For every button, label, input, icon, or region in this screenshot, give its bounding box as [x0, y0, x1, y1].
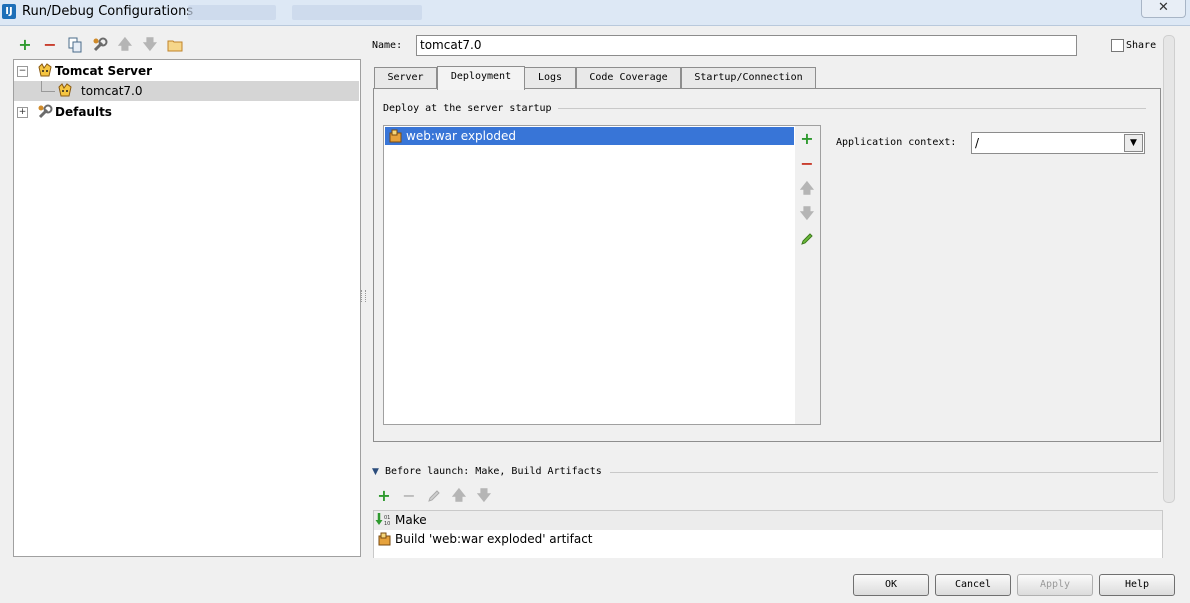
edit-icon[interactable]	[799, 231, 815, 247]
splitter-handle[interactable]	[361, 290, 366, 302]
help-button[interactable]: Help	[1099, 574, 1175, 596]
name-field[interactable]: tomcat7.0	[416, 35, 1077, 56]
tab-server[interactable]: Server	[374, 67, 437, 88]
make-icon: 01 10	[375, 512, 391, 528]
tree-item-label: Defaults	[55, 105, 112, 119]
deploy-legend: Deploy at the server startup	[383, 103, 552, 114]
artifact-icon	[377, 531, 393, 547]
copy-icon[interactable]	[67, 37, 83, 53]
arrow-up-icon[interactable]: 🡅	[451, 488, 467, 504]
share-checkbox[interactable]	[1111, 39, 1124, 52]
ok-button[interactable]: OK	[853, 574, 929, 596]
list-item-label: Make	[395, 513, 427, 527]
deployment-toolbar: + − 🡅 🡇	[795, 125, 821, 425]
list-item-label: web:war exploded	[406, 129, 516, 143]
background-tab	[292, 5, 422, 20]
application-context-label: Application context:	[836, 137, 957, 148]
arrow-down-icon[interactable]: 🡇	[799, 206, 815, 222]
tab-code-coverage[interactable]: Code Coverage	[576, 67, 681, 88]
add-icon[interactable]: +	[799, 131, 815, 147]
arrow-up-icon[interactable]: 🡅	[799, 181, 815, 197]
tree-connector	[41, 81, 42, 91]
application-context-value: /	[975, 136, 980, 150]
share-label: Share	[1126, 40, 1157, 51]
triangle-down-icon[interactable]: ▼	[372, 467, 379, 477]
tree-connector	[41, 91, 55, 92]
tomcat-icon	[57, 83, 73, 99]
remove-icon[interactable]: −	[401, 488, 417, 504]
close-button[interactable]: ✕	[1141, 0, 1186, 18]
tree-item-label: Tomcat Server	[55, 64, 153, 78]
background-tab	[188, 5, 276, 20]
tree-item-tomcat7[interactable]: tomcat7.0	[14, 81, 359, 101]
list-item-label: Build 'web:war exploded' artifact	[395, 532, 593, 546]
tree-item-tomcat-server[interactable]: − Tomcat Server	[14, 61, 360, 81]
configuration-tree[interactable]: − Tomcat Server tomcat7.0 + Defaults	[13, 59, 361, 557]
tree-item-defaults[interactable]: + Defaults	[14, 102, 360, 122]
vertical-scrollbar[interactable]	[1163, 35, 1175, 503]
tab-logs[interactable]: Logs	[524, 67, 576, 88]
window-title: Run/Debug Configurations	[22, 4, 194, 19]
tab-startup-connection[interactable]: Startup/Connection	[681, 67, 816, 88]
chevron-down-icon[interactable]: ▼	[1124, 134, 1143, 152]
deployment-list[interactable]: web:war exploded	[383, 125, 796, 425]
artifact-icon	[388, 128, 404, 144]
separator	[610, 472, 1158, 473]
svg-text:10: 10	[384, 521, 390, 527]
name-label: Name:	[372, 40, 403, 51]
remove-icon[interactable]: −	[799, 156, 815, 172]
list-item[interactable]: Build 'web:war exploded' artifact	[374, 530, 1162, 549]
remove-icon[interactable]: −	[42, 37, 58, 53]
arrow-up-icon[interactable]: 🡅	[117, 37, 133, 53]
list-item[interactable]: 01 10 Make	[374, 511, 1162, 530]
tab-deployment[interactable]: Deployment	[437, 66, 525, 90]
list-item[interactable]: web:war exploded	[385, 127, 794, 145]
separator	[558, 108, 1146, 109]
before-launch-label: Before launch: Make, Build Artifacts	[385, 466, 602, 477]
tree-item-label: tomcat7.0	[81, 84, 143, 98]
edit-icon[interactable]	[426, 488, 442, 504]
wrench-icon	[37, 104, 53, 120]
application-context-combo[interactable]: / ▼	[971, 132, 1145, 154]
apply-button[interactable]: Apply	[1017, 574, 1093, 596]
add-icon[interactable]: +	[17, 37, 33, 53]
wrench-icon[interactable]	[92, 37, 108, 53]
arrow-down-icon[interactable]: 🡇	[142, 37, 158, 53]
expand-icon[interactable]: +	[17, 107, 28, 118]
before-launch-list[interactable]: 01 10 Make Build 'web:war exploded' artif…	[373, 510, 1163, 558]
intellij-icon: IJ	[2, 4, 16, 19]
collapse-icon[interactable]: −	[17, 66, 28, 77]
arrow-down-icon[interactable]: 🡇	[476, 488, 492, 504]
add-icon[interactable]: +	[376, 488, 392, 504]
close-icon: ✕	[1158, 0, 1169, 15]
cancel-button[interactable]: Cancel	[935, 574, 1011, 596]
title-bar: IJ Run/Debug Configurations ✕	[0, 0, 1190, 26]
tomcat-icon	[37, 63, 53, 79]
folder-icon[interactable]	[167, 37, 183, 53]
